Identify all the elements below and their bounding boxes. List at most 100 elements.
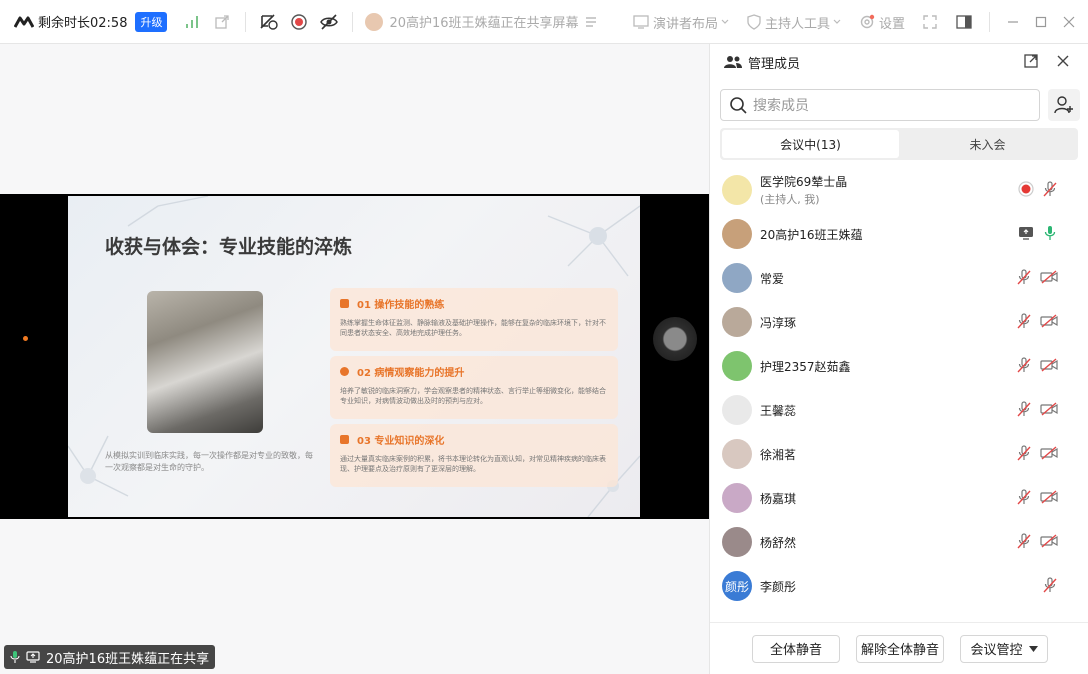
mic-muted-icon[interactable] [1016,445,1032,461]
member-name: 杨舒然 [760,535,797,550]
meeting-control-button[interactable]: 会议管控 [960,634,1048,663]
caret-down-icon [1028,645,1038,652]
pencil-icon [340,299,349,308]
card-knowledge: 03 专业知识的深化 通过大量真实临床案例的积累，将书本理论转化为直观认知，对常… [330,424,618,487]
search-row: 搜索成员 [720,89,1080,121]
record-icon[interactable] [288,11,310,33]
camera-off-icon[interactable] [1040,534,1058,548]
member-name: 常爱 [760,271,785,286]
member-row[interactable]: 王馨蕊 [710,388,1088,432]
camera-off-icon[interactable] [1040,490,1058,504]
members-panel-title: 管理成员 [748,56,801,72]
mic-muted-icon[interactable] [1042,577,1058,593]
member-list: 医学院69辇士晶 (主持人, 我) 20高护16班王姝蕴 常爱冯淳琢护理2357赵茹鑫… [710,168,1088,618]
host-tag-icon[interactable] [258,11,280,33]
top-bar: 剩余时长02:58 升级 20高护16班王姝蕴正在共享屏幕 演讲者布局 主持人工… [0,0,1088,44]
camera-off-icon[interactable] [1040,314,1058,328]
popout-icon[interactable] [1024,54,1038,68]
member-row[interactable]: 医学院69辇士晶 (主持人, 我) [710,168,1088,212]
member-status-icons [1042,577,1058,593]
member-row[interactable]: 20高护16班王姝蕴 [710,212,1088,256]
mic-muted-icon[interactable] [1016,313,1032,329]
divider [352,11,354,32]
member-row[interactable]: 杨嘉琪 [710,476,1088,520]
member-row[interactable]: 颜彤 李颜彤 [710,564,1088,608]
mic-active-icon[interactable] [1042,225,1058,241]
search-icon [730,97,747,114]
avatar [722,395,752,425]
invite-member-button[interactable] [1048,89,1080,121]
member-name: 徐湘茗 [760,447,797,462]
member-info: 杨舒然 [760,534,796,551]
maximize-icon[interactable] [1030,11,1052,33]
member-status-icons [1016,489,1058,505]
upgrade-button[interactable]: 升级 [135,11,168,32]
camera-off-icon[interactable] [1040,358,1058,372]
fullscreen-icon[interactable] [919,11,941,33]
slide-title: 收获与体会：专业技能的淬炼 [105,236,353,258]
member-info: 医学院69辇士晶 (主持人, 我) [760,173,847,207]
member-status-icons [1016,357,1058,373]
sharing-indicator[interactable]: 20高护16班王姝蕴正在共享屏幕 [365,12,596,31]
signal-icon[interactable] [181,11,203,33]
mic-muted-icon[interactable] [1016,533,1032,549]
card-heading: 03 专业知识的深化 [340,432,444,447]
member-row[interactable]: 护理2357赵茹鑫 [710,344,1088,388]
minimize-icon[interactable] [1002,11,1024,33]
member-info: 冯淳琢 [760,314,796,331]
member-row[interactable]: 杨舒然 [710,520,1088,564]
close-icon[interactable] [1056,54,1070,68]
member-status-icons [1016,401,1058,417]
mute-all-button[interactable]: 全体静音 [752,634,840,663]
search-member-input[interactable]: 搜索成员 [720,89,1040,121]
panel-footer: 全体静音 解除全体静音 会议管控 [710,622,1088,674]
card-heading: 02 病情观察能力的提升 [340,364,464,379]
search-placeholder: 搜索成员 [753,98,809,114]
member-row[interactable]: 徐湘茗 [710,432,1088,476]
hide-icon[interactable] [318,11,340,33]
member-info: 护理2357赵茹鑫 [760,358,851,375]
member-info: 徐湘茗 [760,446,796,463]
mic-muted-icon[interactable] [1016,269,1032,285]
presenter-layout-button[interactable]: 演讲者布局 [633,13,733,32]
avatar [722,527,752,557]
member-status-icons [1016,269,1058,285]
sharing-status-pill[interactable]: 20高护16班王姝蕴正在共享 [4,645,216,669]
member-row[interactable]: 冯淳琢 [710,300,1088,344]
mic-muted-icon[interactable] [1042,181,1058,197]
host-tools-button[interactable]: 主持人工具 [747,13,845,32]
camera-off-icon[interactable] [1040,270,1058,284]
close-window-icon[interactable] [1058,11,1080,33]
avatar [722,483,752,513]
tab-in-meeting[interactable]: 会议中(13) [722,130,899,158]
settings-button[interactable]: 设置 [859,13,905,32]
camera-off-icon[interactable] [1040,402,1058,416]
member-name: 20高护16班王姝蕴 [760,227,863,242]
mic-muted-icon[interactable] [1016,489,1032,505]
avatar [722,219,752,249]
card-text: 通过大量真实临床案例的积累，将书本理论转化为直观认知，对常见精神疾病的临床表现、… [340,455,606,473]
shield-icon [747,14,761,30]
screen-share-icon[interactable] [1018,225,1034,241]
tab-not-joined[interactable]: 未入会 [899,130,1076,158]
users-icon [724,56,742,68]
floating-ball[interactable] [653,317,697,361]
record-icon[interactable] [1018,181,1034,197]
members-panel-header: 管理成员 [710,44,1088,80]
mic-muted-icon[interactable] [1016,357,1032,373]
members-panel: 管理成员 搜索成员 会议中(13) 未入会 医学院69辇士晶 (主持人, 我) 20… [709,44,1088,674]
member-name: 冯淳琢 [760,315,797,330]
member-status-icons [1018,181,1058,197]
sidebar-toggle-icon[interactable] [953,11,975,33]
camera-off-icon[interactable] [1040,446,1058,460]
popout-icon[interactable] [211,11,233,33]
member-name: 护理2357赵茹鑫 [760,359,851,374]
unmute-all-button[interactable]: 解除全体静音 [856,634,944,663]
card-text: 培养了敏锐的临床洞察力，学会观察患者的精神状态、言行举止等细微变化，能够结合专业… [340,387,606,405]
mic-muted-icon[interactable] [1016,401,1032,417]
member-row[interactable]: 常爱 [710,256,1088,300]
presenter-layout-label: 演讲者布局 [652,16,718,32]
avatar [722,263,752,293]
meeting-control-label: 会议管控 [970,643,1023,658]
add-user-icon [1054,96,1073,114]
